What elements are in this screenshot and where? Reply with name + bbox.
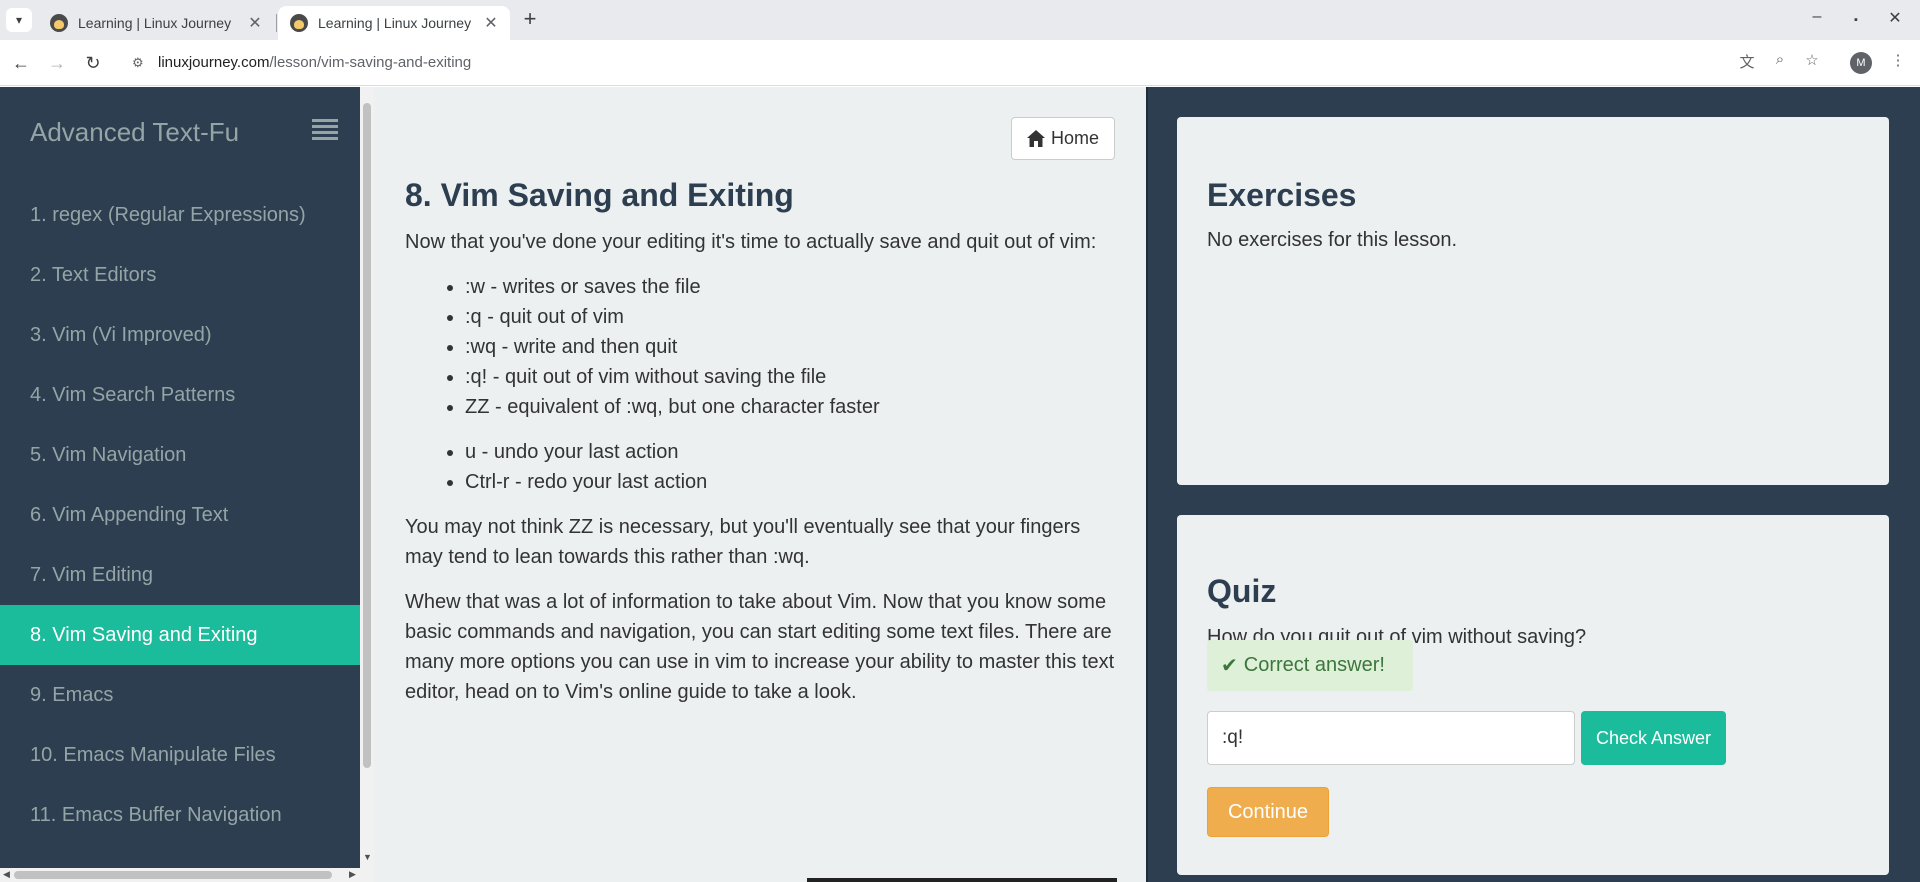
url-host: linuxjourney.com <box>158 54 270 71</box>
close-tab-icon[interactable]: ✕ <box>482 13 500 33</box>
sidebar-item[interactable]: 4. Vim Search Patterns <box>0 365 360 425</box>
list-item: ZZ - equivalent of :wq, but one characte… <box>465 392 1121 422</box>
home-button[interactable]: Home <box>1011 117 1115 160</box>
tux-favicon-icon <box>50 14 68 32</box>
home-button-label: Home <box>1050 128 1099 148</box>
list-item: :q - quit out of vim <box>465 302 1121 332</box>
sidebar-title: Advanced Text-Fu <box>30 117 240 147</box>
list-item: :q! - quit out of vim without saving the… <box>465 362 1121 392</box>
new-tab-button[interactable]: + <box>518 8 542 32</box>
continue-button[interactable]: Continue <box>1207 787 1329 837</box>
exercises-title: Exercises <box>1207 177 1357 213</box>
lesson-intro: Now that you've done your editing it's t… <box>405 231 1097 253</box>
sidebar-item[interactable]: 11. Emacs Buffer Navigation <box>0 785 360 845</box>
feedback-text: Correct answer! <box>1243 654 1385 676</box>
list-item: :wq - write and then quit <box>465 332 1121 362</box>
lesson-paragraph: Whew that was a lot of information to ta… <box>405 591 1115 703</box>
browser-tab-active[interactable]: Learning | Linux Journey ✕ <box>278 6 510 40</box>
browser-toolbar: ← → ↻ ⚙ linuxjourney.com/lesson/vim-savi… <box>0 40 1920 86</box>
correct-answer-alert: ✔ Correct answer! <box>1207 640 1413 691</box>
translate-icon[interactable]: 文 <box>1735 51 1759 75</box>
tux-favicon-icon <box>290 14 308 32</box>
scroll-right-icon[interactable]: ▶ <box>349 869 356 880</box>
minimize-icon[interactable]: – <box>1802 8 1832 32</box>
list-item: Ctrl-r - redo your last action <box>465 467 1121 497</box>
commands-list: :w - writes or saves the file:q - quit o… <box>465 272 1121 422</box>
sidebar-item[interactable]: 1. regex (Regular Expressions) <box>0 185 360 245</box>
sidebar-horizontal-scrollbar[interactable]: ◀ ▶ <box>0 868 360 882</box>
tab-search-button[interactable]: ▾ <box>6 8 32 32</box>
content-vertical-scrollbar[interactable]: ▼ <box>360 87 374 882</box>
scrollbar-thumb[interactable] <box>14 871 332 879</box>
sidebar-item[interactable]: 9. Emacs <box>0 665 360 725</box>
checkmark-icon: ✔ <box>1221 655 1238 677</box>
undo-commands-list: u - undo your last actionCtrl-r - redo y… <box>465 437 1121 497</box>
kebab-menu-icon[interactable]: ⋮ <box>1886 51 1910 75</box>
page: Advanced Text-Fu 1. regex (Regular Expre… <box>0 87 1920 882</box>
forward-icon[interactable]: → <box>44 50 70 76</box>
home-icon <box>1026 130 1045 147</box>
quiz-title: Quiz <box>1207 573 1277 609</box>
browser-tab-bar: ▾ Learning | Linux Journey ✕ Learning | … <box>0 0 1920 40</box>
maximize-icon[interactable]: ▪ <box>1841 8 1871 32</box>
hamburger-menu-icon[interactable] <box>312 119 338 143</box>
sidebar-item[interactable]: 7. Vim Editing <box>0 545 360 605</box>
sidebar-list: 1. regex (Regular Expressions) 2. Text Ed… <box>0 185 360 845</box>
list-item: :w - writes or saves the file <box>465 272 1121 302</box>
lesson-sidebar: Advanced Text-Fu 1. regex (Regular Expre… <box>0 87 360 868</box>
site-info-icon[interactable]: ⚙ <box>132 55 148 71</box>
window-close-icon[interactable]: ✕ <box>1880 8 1910 32</box>
lesson-paragraph: You may not think ZZ is necessary, but y… <box>405 516 1081 568</box>
lesson-body: 8. Vim Saving and Exiting Now that you'v… <box>405 175 1121 722</box>
tab-title: Learning | Linux Journey <box>318 15 472 31</box>
tab-separator <box>276 14 277 32</box>
back-icon[interactable]: ← <box>8 50 34 76</box>
exercises-note: No exercises for this lesson. <box>1207 229 1458 251</box>
quiz-panel: Quiz How do you quit out of vim without … <box>1177 515 1889 875</box>
lesson-content: Home 8. Vim Saving and Exiting Now that … <box>374 87 1146 882</box>
lesson-title: 8. Vim Saving and Exiting <box>405 177 794 213</box>
list-item: u - undo your last action <box>465 437 1121 467</box>
tab-title: Learning | Linux Journey <box>78 15 232 31</box>
url-path: /lesson/vim-saving-and-exiting <box>269 54 472 71</box>
scrollbar-thumb[interactable] <box>363 103 371 768</box>
check-answer-button[interactable]: Check Answer <box>1581 711 1726 765</box>
pane-divider <box>1146 87 1148 882</box>
bottom-strip <box>807 878 1117 882</box>
scroll-down-icon[interactable]: ▼ <box>363 852 372 862</box>
sidebar-item[interactable]: 5. Vim Navigation <box>0 425 360 485</box>
answer-input[interactable] <box>1207 711 1575 765</box>
close-tab-icon[interactable]: ✕ <box>246 13 264 33</box>
url-text: linuxjourney.com/lesson/vim-saving-and-e… <box>158 54 471 71</box>
sidebar-item[interactable]: 10. Emacs Manipulate Files <box>0 725 360 785</box>
sidebar-item[interactable]: 6. Vim Appending Text <box>0 485 360 545</box>
sidebar-item[interactable]: 3. Vim (Vi Improved) <box>0 305 360 365</box>
sidebar-item[interactable]: 8. Vim Saving and Exiting <box>0 605 360 665</box>
reload-icon[interactable]: ↻ <box>80 50 106 76</box>
zoom-icon[interactable]: ⌕ <box>1768 51 1792 75</box>
sidebar-item[interactable]: 2. Text Editors <box>0 245 360 305</box>
address-bar[interactable]: ⚙ linuxjourney.com/lesson/vim-saving-and… <box>122 47 1826 79</box>
scroll-left-icon[interactable]: ◀ <box>3 869 10 880</box>
browser-tab[interactable]: Learning | Linux Journey ✕ <box>38 6 274 40</box>
profile-avatar[interactable]: M <box>1850 52 1872 74</box>
bookmark-star-icon[interactable]: ☆ <box>1800 51 1824 75</box>
exercises-panel: Exercises No exercises for this lesson. <box>1177 117 1889 485</box>
